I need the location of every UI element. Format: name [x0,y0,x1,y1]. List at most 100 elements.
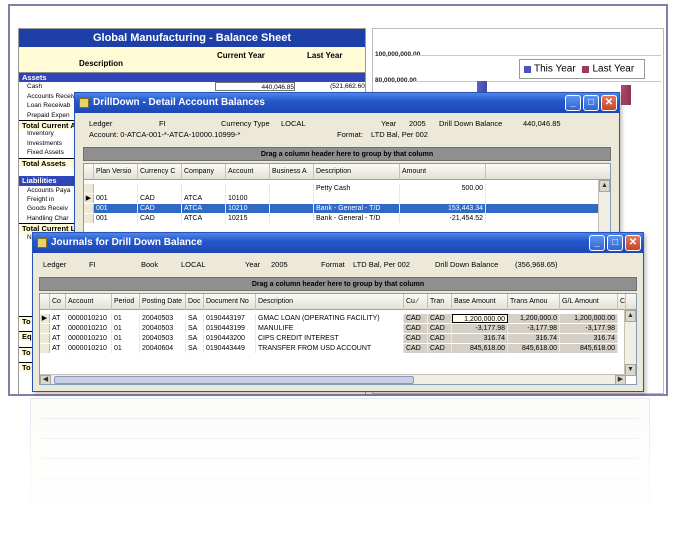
sheet-current-value[interactable]: 440,046.85 [215,82,295,92]
sheet-row-label: Cash [27,83,43,91]
jr-vertical-scrollbar[interactable]: ▲ ▼ [624,310,636,376]
dd-column-header[interactable]: Business A [270,164,314,180]
sheet-row-label: Handling Char [27,214,69,222]
scroll-left-arrow[interactable]: ◀ [40,375,51,384]
table-row[interactable]: AT 0000010210 01 20040503 SA 0190443199 MANULI… [40,324,636,333]
dd-header-indicator [84,164,94,180]
jr-cell-tran: CAD [428,344,452,353]
row-selector[interactable] [84,204,94,213]
jr-cell-trans: 1,200,000.0 [508,314,560,323]
sheet-row-label: To [22,317,31,327]
row-selector[interactable] [84,184,94,193]
jr-column-header[interactable]: Trans Amou [508,294,560,310]
row-selector[interactable] [40,334,50,343]
table-row[interactable]: AT 0000010210 01 20040503 SA 0190443200 CIPS C… [40,334,636,343]
jr-column-header[interactable]: Document No [204,294,256,310]
jr-column-header[interactable]: Period [112,294,140,310]
jr-cell-desc: GMAC LOAN (OPERATING FACILITY) [256,314,404,323]
jr-cell-doc: SA [186,314,204,323]
dd-cell-desc [314,194,400,203]
jr-format-label: Format [321,260,345,269]
chart-gridline [413,81,661,82]
row-selector[interactable]: ▶ [40,314,50,323]
dd-column-header[interactable]: Amount [400,164,486,180]
scroll-up-arrow[interactable]: ▲ [625,310,636,322]
table-row[interactable]: AT 0000010210 01 20040604 SA 0190443449 TRANSF… [40,344,636,353]
scroll-thumb[interactable] [54,376,414,384]
sheet-col-last: Last Year [307,51,343,60]
table-row[interactable]: 001 CAD ATCA 10210 Bank - General - T/D 153,4… [84,204,610,213]
scroll-down-arrow[interactable]: ▼ [625,364,636,376]
dd-ledger-value: FI [159,119,166,128]
row-selector[interactable] [40,324,50,333]
jr-column-header[interactable]: Account [66,294,112,310]
jr-cell-trans: 316.74 [508,334,560,343]
jr-cell-co: AT [50,314,66,323]
row-selector[interactable] [84,214,94,223]
table-row[interactable]: 001 CAD ATCA 10215 Bank - General - T/D -21,4… [84,214,610,223]
scroll-right-arrow[interactable]: ▶ [615,375,626,384]
jr-cell-period: 01 [112,334,140,343]
table-row[interactable]: Petty Cash 500.00 [84,184,610,193]
dd-cell-comp: ATCA [182,204,226,213]
dd-group-by-area[interactable]: Drag a column header here to group by th… [83,147,611,161]
dd-cell-bus [270,204,314,213]
dd-cell-cur: CAD [138,214,182,223]
jr-column-header[interactable]: Tran [428,294,452,310]
table-row[interactable]: ▶ AT 0000010210 01 20040503 SA 0190443197 GMAC … [40,314,636,323]
close-button[interactable]: ✕ [601,95,617,111]
maximize-button[interactable]: □ [583,95,599,111]
dd-column-header[interactable]: Company [182,164,226,180]
maximize-button[interactable]: □ [607,235,623,251]
drilldown-title: DrillDown - Detail Account Balances [93,97,265,108]
jr-cell-base: 316.74 [452,334,508,343]
table-row[interactable]: ▶ 001 CAD ATCA 10100 [84,194,610,203]
jr-group-by-area[interactable]: Drag a column header here to group by th… [39,277,637,291]
dd-cell-amount [400,194,486,203]
jr-column-header[interactable]: Doc [186,294,204,310]
sheet-last-value: (521,662.60) [330,83,366,91]
dd-column-header[interactable]: Plan Versio [94,164,138,180]
sheet-row: Cash 440,046.85 (521,662.60) [19,82,366,92]
jr-column-header[interactable]: Description [256,294,404,310]
jr-cell-desc: CIPS CREDIT INTEREST [256,334,404,343]
jr-column-header[interactable]: C [618,294,626,310]
jr-cell-account: 0000010210 [66,344,112,353]
dd-cell-amount: -21,454.52 [400,214,486,223]
jr-column-header[interactable]: Base Amount [452,294,508,310]
jr-column-header[interactable]: G/L Amount [560,294,618,310]
jr-cell-doc: SA [186,324,204,333]
dd-cell-cur: CAD [138,204,182,213]
close-button[interactable]: ✕ [625,235,641,251]
jr-book-label: Book [141,260,159,269]
chart-bar-last-year [621,85,631,105]
dd-drilldown-balance-label: Drill Down Balance [439,119,503,128]
jr-horizontal-scrollbar[interactable]: ◀ ▶ [40,374,626,384]
dd-column-header[interactable]: Description [314,164,400,180]
scroll-up-arrow[interactable]: ▲ [599,180,610,192]
minimize-button[interactable]: _ [565,95,581,111]
jr-journal-grid: Co Account Period Posting Date Doc Document N… [39,293,637,385]
sheet-row-label: To [22,347,31,357]
jr-cell-desc: MANULIFE [256,324,404,333]
drilldown-info: Ledger FI Currency Type LOCAL Year 2005 … [75,113,619,147]
dd-currency-type-label: Currency Type [221,119,270,128]
row-selector[interactable] [40,344,50,353]
jr-column-header[interactable]: Co [50,294,66,310]
jr-column-header[interactable]: Posting Date [140,294,186,310]
dd-cell-cur: CAD [138,194,182,203]
dd-cell-acct [226,184,270,193]
row-selector[interactable]: ▶ [84,194,94,203]
jr-cell-trans: -3,177.98 [508,324,560,333]
dd-account-line: Account: 0-ATCA-001-*-ATCA-10000.10999-* [89,130,241,139]
minimize-button[interactable]: _ [589,235,605,251]
drilldown-titlebar[interactable]: DrillDown - Detail Account Balances _ □ … [75,93,619,113]
journals-titlebar[interactable]: Journals for Drill Down Balance _ □ ✕ [33,233,643,253]
jr-cell-date: 20040503 [140,324,186,333]
dd-column-header[interactable]: Currency C [138,164,182,180]
legend-this-year: This Year [534,63,576,74]
sheet-row-label: Fixed Assets [27,149,64,157]
dd-column-header[interactable]: Account [226,164,270,180]
jr-column-header[interactable]: Cu ∕ [404,294,428,310]
jr-year-label: Year [245,260,261,269]
